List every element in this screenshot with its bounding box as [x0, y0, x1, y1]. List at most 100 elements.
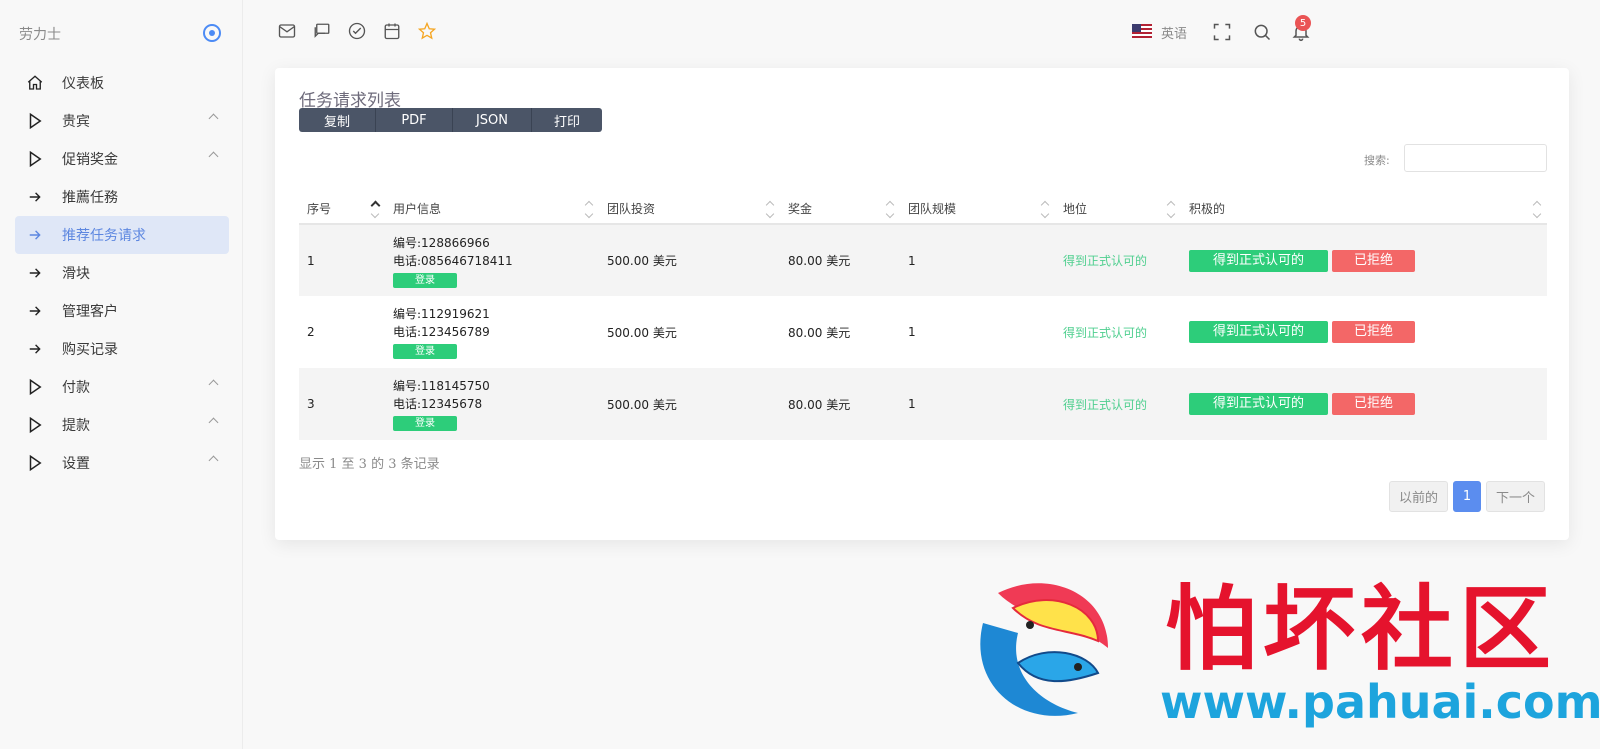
sidebar-item-6[interactable]: 管理客户 [15, 292, 229, 330]
sidebar-nav: 仪表板贵宾促销奖金推薦任務推荐任务请求 滑块管理客户购买记录付款提款设置 [15, 64, 229, 482]
team-investment-cell: 500.00 美元 [607, 325, 677, 340]
search-icon[interactable] [1252, 22, 1272, 42]
reject-button[interactable]: 已拒绝 [1332, 321, 1415, 343]
task-request-card: 任务请求列表 复制 PDF JSON 打印 搜索: 序号 用户信息 团队投资 奖… [275, 68, 1569, 540]
brand-name[interactable]: 劳力士 [19, 24, 61, 44]
sidebar-item-4[interactable]: 推荐任务请求 [15, 216, 229, 254]
watermark-title: 怕坏社区 [1165, 576, 1558, 683]
actions-cell: 得到正式认可的 已拒绝 [1181, 296, 1547, 368]
login-button[interactable]: 登录 [393, 416, 457, 431]
home-icon [25, 73, 45, 93]
actions-cell: 得到正式认可的 已拒绝 [1181, 224, 1547, 296]
language-selector[interactable]: 英语 [1161, 23, 1187, 42]
chevron-up-icon [208, 417, 219, 428]
sort-icon [1041, 202, 1049, 216]
pdf-button[interactable]: PDF [376, 108, 453, 132]
sidebar-item-3[interactable]: 推薦任務 [15, 178, 229, 216]
print-button[interactable]: 打印 [532, 108, 602, 132]
column-header-status[interactable]: 地位 [1055, 194, 1181, 225]
user-info-cell: 编号:128866966 电话:085646718411 登录 [385, 224, 599, 296]
sort-icon [886, 202, 894, 216]
fullscreen-icon[interactable] [1212, 22, 1232, 42]
sort-icon [585, 202, 593, 216]
sidebar-item-label: 设置 [62, 456, 90, 472]
chevron-up-icon [208, 151, 219, 162]
sidebar-item-label: 贵宾 [62, 114, 90, 130]
play-icon [25, 149, 45, 169]
sidebar-item-10[interactable]: 设置 [15, 444, 229, 482]
phone-label: 电话: [393, 397, 422, 411]
sidebar-item-label: 付款 [62, 380, 90, 396]
sidebar-item-label: 推荐任务请求 [62, 228, 146, 244]
bonus-cell: 80.00 美元 [788, 397, 851, 412]
login-button[interactable]: 登录 [393, 344, 457, 359]
phone-label: 电话: [393, 253, 422, 268]
sidebar-item-1[interactable]: 贵宾 [15, 102, 229, 140]
user-phone: 123456789 [421, 325, 490, 339]
team-size-cell: 1 [908, 253, 916, 268]
play-icon [25, 111, 45, 131]
copy-button[interactable]: 复制 [299, 108, 376, 132]
sidebar-item-label: 促销奖金 [62, 152, 118, 168]
id-label: 编号: [393, 235, 422, 250]
watermark-url: www.pahuai.com [1160, 675, 1600, 729]
json-button[interactable]: JSON [453, 108, 532, 132]
reject-button[interactable]: 已拒绝 [1332, 249, 1415, 272]
watermark: 怕坏社区 www.pahuai.com [968, 575, 1600, 745]
sidebar-item-2[interactable]: 促销奖金 [15, 140, 229, 178]
column-header-user-info[interactable]: 用户信息 [385, 194, 599, 225]
bonus-cell: 80.00 美元 [788, 325, 851, 340]
column-header-team-size[interactable]: 团队规模 [900, 194, 1055, 225]
chevron-up-icon [208, 455, 219, 466]
column-header-team-investment[interactable]: 团队投资 [599, 194, 780, 225]
bonus-cell: 80.00 美元 [788, 254, 851, 268]
page-1-button[interactable]: 1 [1453, 481, 1482, 512]
user-phone: 12345678 [421, 397, 483, 411]
arrow-right-icon [25, 301, 45, 321]
table-info: 显示 1 至 3 的 3 条记录 [299, 457, 440, 472]
sidebar-item-label: 提款 [62, 418, 90, 434]
export-button-group: 复制 PDF JSON 打印 [299, 108, 602, 132]
search-input[interactable] [1404, 144, 1547, 172]
sort-icon [1533, 202, 1541, 216]
task-request-table: 序号 用户信息 团队投资 奖金 团队规模 地位 积极的 1 编号:12886696… [299, 194, 1547, 440]
actions-cell: 得到正式认可的 已拒绝 [1181, 368, 1547, 440]
sidebar-item-0[interactable]: 仪表板 [15, 64, 229, 102]
column-header-actions[interactable]: 积极的 [1181, 194, 1547, 225]
sidebar-item-label: 仪表板 [62, 76, 104, 92]
approve-button[interactable]: 得到正式认可的 [1189, 249, 1328, 272]
row-index: 1 [307, 253, 315, 268]
sidebar-item-5[interactable]: 滑块 [15, 254, 229, 292]
play-icon [25, 415, 45, 435]
column-header-bonus[interactable]: 奖金 [780, 194, 900, 225]
row-index: 3 [307, 397, 315, 411]
phone-label: 电话: [393, 325, 422, 339]
arrow-right-icon [25, 187, 45, 207]
team-size-cell: 1 [908, 397, 916, 411]
play-icon [25, 453, 45, 473]
chevron-up-icon [208, 113, 219, 124]
sidebar-item-9[interactable]: 提款 [15, 406, 229, 444]
status-badge: 得到正式认可的 [1063, 254, 1148, 268]
id-label: 编号: [393, 307, 422, 321]
sidebar-item-8[interactable]: 付款 [15, 368, 229, 406]
sidebar-item-label: 管理客户 [62, 304, 118, 320]
search-label: 搜索: [1364, 154, 1390, 167]
approve-button[interactable]: 得到正式认可的 [1189, 321, 1328, 343]
login-button[interactable]: 登录 [393, 272, 457, 288]
us-flag-icon[interactable] [1132, 24, 1152, 38]
status-badge: 得到正式认可的 [1063, 397, 1148, 412]
sidebar-toggle-icon[interactable] [203, 24, 221, 42]
chevron-up-icon [208, 379, 219, 390]
prev-page-button[interactable]: 以前的 [1389, 481, 1449, 512]
reject-button[interactable]: 已拒绝 [1332, 393, 1415, 415]
table-row: 3 编号:118145750 电话:12345678 登录 500.00 美元 80.00… [299, 368, 1547, 440]
team-investment-cell: 500.00 美元 [607, 254, 677, 268]
approve-button[interactable]: 得到正式认可的 [1189, 393, 1328, 415]
play-icon [25, 377, 45, 397]
next-page-button[interactable]: 下一个 [1486, 481, 1546, 512]
sidebar-item-7[interactable]: 购买记录 [15, 330, 229, 368]
column-header-index[interactable]: 序号 [299, 194, 385, 225]
fish-logo-icon [980, 583, 1108, 716]
sidebar-item-label: 滑块 [62, 266, 90, 282]
